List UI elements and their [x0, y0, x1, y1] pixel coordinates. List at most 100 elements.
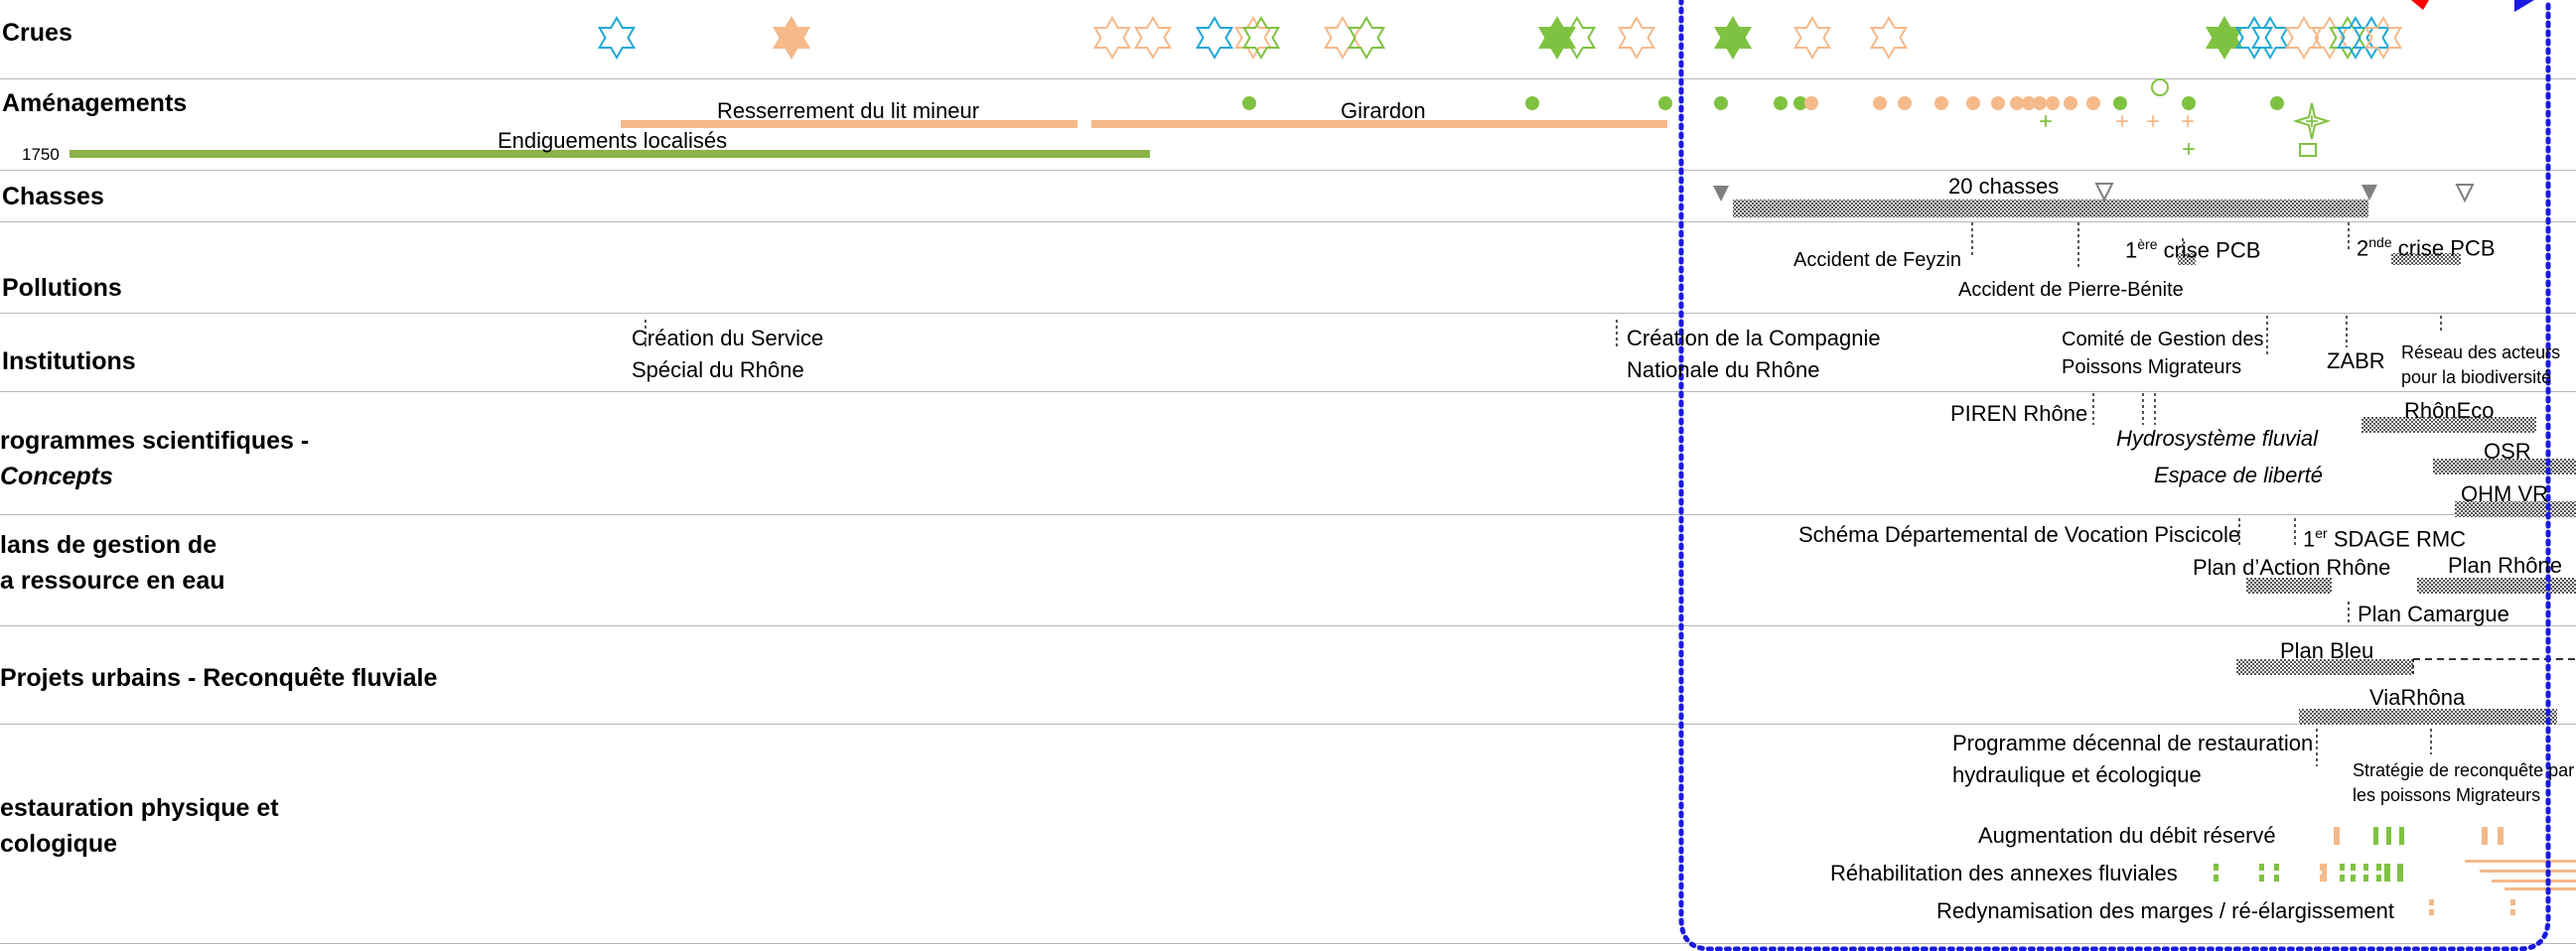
pollution-crise2: 2nde crise PCB — [2357, 234, 2496, 261]
amen-year-start: 1750 — [22, 145, 60, 164]
inst-comite-1: Comité de Gestion des — [2062, 329, 2264, 350]
annexe-mark — [2259, 875, 2264, 882]
annexe-mark — [2340, 875, 2345, 882]
annexe-mark — [2274, 864, 2279, 871]
inst-cnr-1: Création de la Compagnie — [1627, 326, 1881, 350]
crue-star-icon — [598, 17, 636, 59]
annexe-line-mark — [2492, 880, 2576, 883]
marge-mark — [2429, 909, 2434, 915]
rest-annexes: Réhabilitation des annexes fluviales — [1830, 861, 2178, 885]
rest-programme-1: Programme décennal de restauration — [1952, 731, 2314, 755]
plan-sdage: 1er SDAGE RMC — [2303, 525, 2467, 552]
amenagement-square-icon — [2299, 143, 2317, 157]
amenagement-dot — [1658, 96, 1672, 110]
crue-star-icon — [2311, 17, 2349, 59]
amenagement-dot — [1242, 96, 1256, 110]
rest-strategie-2: les poissons Migrateurs — [2353, 785, 2541, 805]
crue-star-icon — [2206, 17, 2243, 59]
prog-hydrosysteme: Hydrosystème fluvial — [2116, 426, 2318, 451]
annexe-mark — [2340, 864, 2345, 871]
crue-star-icon — [1348, 17, 1385, 59]
debit-mark — [2334, 827, 2340, 845]
pollution-crise1: 1ère crise PCB — [2125, 236, 2261, 263]
amenagement-dot — [2064, 96, 2077, 110]
crue-star-icon — [773, 17, 810, 59]
debit-mark — [2373, 827, 2378, 845]
amenagement-dot — [1774, 96, 1788, 110]
inst-service-1: Création du Service — [632, 326, 824, 350]
amenagement-plus-icon: + — [2146, 108, 2160, 135]
amenagement-plus-icon: + — [2182, 136, 2196, 163]
crue-star-icon — [1093, 17, 1131, 59]
annexe-mark — [2274, 875, 2279, 882]
crue-star-icon — [2285, 17, 2323, 59]
amenagement-dot — [1934, 96, 1948, 110]
crue-star-icon — [1618, 17, 1655, 59]
crue-star-icon — [1714, 17, 1752, 59]
debit-mark — [2399, 827, 2404, 845]
amenagement-dot — [2010, 96, 2024, 110]
plan-rhone: Plan Rhône — [2448, 553, 2562, 578]
amenagement-dot — [1991, 96, 2005, 110]
arrow-head-blue — [2514, 0, 2534, 12]
chasses-open-marker-2 — [2455, 184, 2475, 204]
debit-mark — [2386, 827, 2391, 845]
crue-star-icon — [1793, 17, 1831, 59]
crue-star-icon — [1196, 17, 1233, 59]
amenagement-dot — [2270, 96, 2284, 110]
annexe-mark — [2259, 864, 2264, 871]
annexe-mark — [2363, 875, 2368, 882]
inst-comite-2: Poissons Migrateurs — [2062, 356, 2242, 378]
amenagement-dot — [1525, 96, 1539, 110]
annexe-line-mark — [2465, 860, 2576, 863]
amenagement-dot — [1898, 96, 1912, 110]
amenagement-dot — [1714, 96, 1728, 110]
rest-programme-2: hydraulique et écologique — [1952, 762, 2202, 787]
prog-piren: PIREN Rhône — [1950, 401, 2088, 426]
amenagement-dot — [2086, 96, 2100, 110]
crue-star-icon — [1558, 17, 1596, 59]
annexe-mark — [2363, 864, 2368, 871]
amenagement-plus-icon: + — [2305, 108, 2319, 135]
inst-service-2: Spécial du Rhône — [632, 357, 804, 382]
rest-marges: Redynamisation des marges / ré-élargisse… — [1936, 898, 2394, 923]
prog-rhoneco: RhônEco — [2404, 398, 2495, 423]
chasses-end-marker — [2361, 185, 2377, 201]
amenagement-dot — [1873, 96, 1887, 110]
marge-mark — [2510, 909, 2515, 915]
projet-plan-bleu: Plan Bleu — [2280, 638, 2374, 663]
annexe-line-mark — [2504, 887, 2576, 890]
pollution-feyzin: Accident de Feyzin — [1793, 249, 1961, 271]
annexe-mark — [2351, 864, 2356, 871]
rest-debit: Augmentation du débit réservé — [1978, 823, 2276, 848]
plan-schema: Schéma Départemental de Vocation Piscico… — [1798, 522, 2241, 547]
annexe-line-mark — [2480, 870, 2576, 873]
annexe-mark — [2376, 875, 2381, 882]
annexe-bar-mark — [2384, 864, 2390, 882]
annexe-bar-mark — [2322, 864, 2327, 882]
marge-mark — [2510, 899, 2515, 905]
chasses-start-marker — [1713, 186, 1729, 202]
plan-camargue: Plan Camargue — [2358, 602, 2509, 626]
amenagement-plus-icon: + — [2181, 108, 2195, 135]
crues-stars — [598, 17, 2402, 59]
annexe-mark — [2214, 875, 2218, 882]
marge-mark — [2429, 899, 2434, 905]
projet-viarhona: ViaRhôna — [2369, 685, 2466, 710]
rest-strategie-1: Stratégie de reconquête par — [2353, 760, 2575, 780]
crue-star-icon — [1538, 17, 1576, 59]
annexe-bar-mark — [2397, 864, 2403, 882]
chasses-open-marker — [2094, 183, 2114, 203]
debit-mark — [2482, 827, 2488, 845]
inst-reseau-1: Réseau des acteurs — [2401, 342, 2561, 362]
plan-rhone-bar — [2417, 578, 2576, 594]
amenagement-dot — [1966, 96, 1980, 110]
annexe-mark — [2351, 875, 2356, 882]
amen-endiguements-label: Endiguements localisés — [498, 128, 728, 153]
timeline-diagram: Crues Aménagements Chasses Pollutions In… — [0, 0, 2576, 951]
inst-reseau-2: pour la biodiversité — [2401, 367, 2552, 387]
crue-star-icon — [1870, 17, 1908, 59]
amenagement-plus-icon: + — [2039, 108, 2053, 135]
inst-zabr: ZABR — [2327, 348, 2385, 373]
inst-cnr-2: Nationale du Rhône — [1627, 357, 1820, 382]
